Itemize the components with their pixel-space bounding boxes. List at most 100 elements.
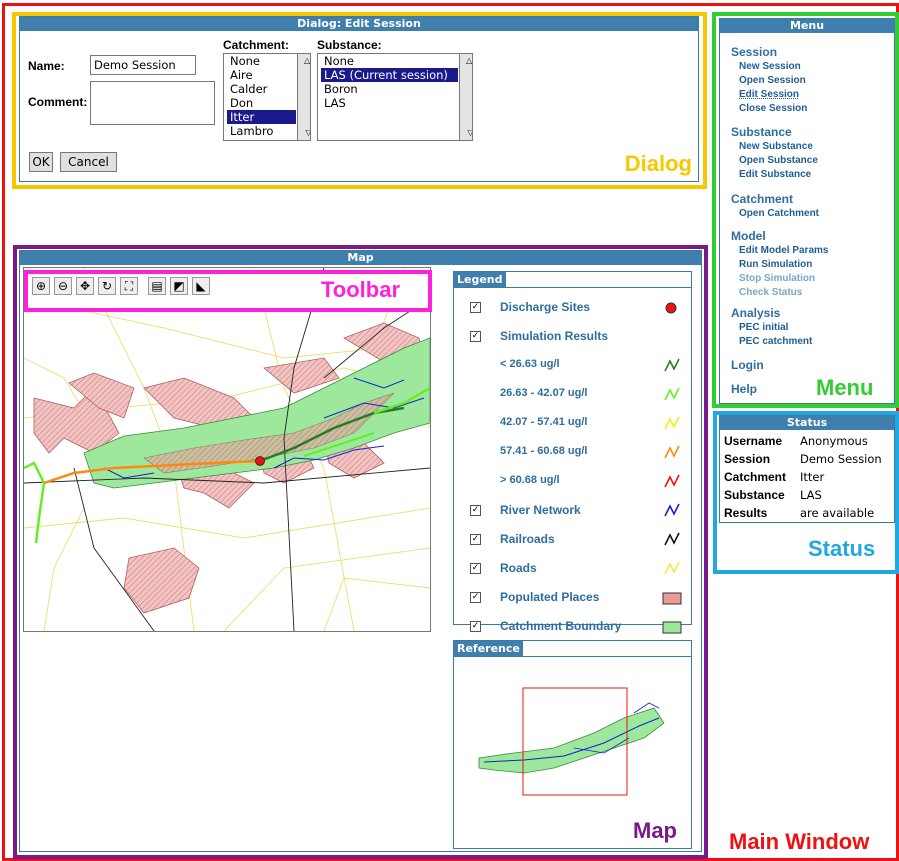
menu-title: Menu <box>720 19 894 33</box>
legend-checkbox[interactable]: ✓ <box>470 621 481 632</box>
status-key-results: Results <box>724 506 768 520</box>
layer-info-icon[interactable]: ▤ <box>148 277 166 295</box>
ok-button[interactable]: OK <box>29 152 53 172</box>
measure-icon[interactable]: ◣ <box>192 277 210 295</box>
map-toolbar: ⊕ ⊖ ✥ ↻ ⛶ ▤ ◩ ◣ <box>28 273 233 299</box>
legend-checkbox[interactable]: ✓ <box>470 563 481 574</box>
status-value-results: are available <box>800 506 875 520</box>
legend-label: Populated Places <box>500 590 600 604</box>
legend-checkbox[interactable]: ✓ <box>470 331 481 342</box>
catchment-option[interactable]: Calder <box>227 82 296 96</box>
comment-field[interactable] <box>90 81 215 125</box>
substance-option[interactable]: Boron <box>321 82 458 96</box>
status-key-substance: Substance <box>724 488 785 502</box>
menu-item-new-substance[interactable]: New Substance <box>739 141 813 152</box>
legend-row: ✓ Simulation Results <box>454 327 690 347</box>
legend-row: ✓ Discharge Sites <box>454 298 690 318</box>
map-drawing <box>24 268 430 631</box>
catchment-option[interactable]: None <box>227 54 296 68</box>
menu-item-pec-initial[interactable]: PEC initial <box>739 322 788 333</box>
dialog-panel: Dialog: Edit Session Name: Comment: Catc… <box>19 16 699 182</box>
menu-item-open-substance[interactable]: Open Substance <box>739 155 818 166</box>
status-value-username: Anonymous <box>800 434 868 448</box>
menu-item-open-session[interactable]: Open Session <box>739 75 806 86</box>
menu-item-new-session[interactable]: New Session <box>739 61 801 72</box>
legend-row: ✓ Roads <box>454 559 690 579</box>
legend-label: River Network <box>500 503 581 517</box>
legend-checkbox[interactable]: ✓ <box>470 534 481 545</box>
legend-label: 26.63 - 42.07 ug/l <box>500 387 588 399</box>
substance-option[interactable]: None <box>321 54 458 68</box>
catchment-option[interactable]: Lambro <box>227 124 296 138</box>
map-title: Map <box>20 251 701 265</box>
legend-row: ✓ Railroads <box>454 530 690 550</box>
menu-heading-substance: Substance <box>731 125 792 139</box>
status-value-session: Demo Session <box>800 452 882 466</box>
status-key-catchment: Catchment <box>724 470 787 484</box>
legend-row: ✓ River Network <box>454 501 690 521</box>
legend-symbol-line <box>664 561 680 575</box>
pan-icon[interactable]: ✥ <box>76 277 94 295</box>
catchment-option[interactable]: Aire <box>227 68 296 82</box>
legend-panel: Legend ✓ Discharge Sites ✓ Simulation Resul… <box>453 271 692 634</box>
legend-label: Catchment Boundary <box>500 619 622 633</box>
zoom-out-icon[interactable]: ⊖ <box>54 277 72 295</box>
menu-panel: Menu Session New Session Open Session Edit … <box>719 18 895 404</box>
legend-label: 57.41 - 60.68 ug/l <box>500 445 588 457</box>
status-annotation: Status <box>808 536 876 561</box>
menu-heading-help[interactable]: Help <box>731 382 757 396</box>
menu-item-edit-substance[interactable]: Edit Substance <box>739 169 811 180</box>
legend-label: Railroads <box>500 532 555 546</box>
substance-label: Substance: <box>317 38 382 52</box>
status-value-substance: LAS <box>800 488 822 502</box>
legend-label: > 60.68 ug/l <box>500 474 560 486</box>
legend-tab: Legend <box>454 272 506 287</box>
legend-row: 26.63 - 42.07 ug/l <box>454 385 690 405</box>
substance-list[interactable]: None LAS (Current session) Boron LAS △ ▽ <box>317 53 473 141</box>
legend-checkbox[interactable]: ✓ <box>470 302 481 313</box>
menu-item-stop-simulation: Stop Simulation <box>739 273 816 284</box>
catchment-option[interactable]: Don <box>227 96 296 110</box>
substance-option[interactable]: LAS <box>321 96 458 110</box>
legend-label: 42.07 - 57.41 ug/l <box>500 416 588 428</box>
catchment-list[interactable]: None Aire Calder Don Itter Lambro △ ▽ <box>223 53 311 141</box>
legend-checkbox[interactable]: ✓ <box>470 505 481 516</box>
menu-heading-analysis: Analysis <box>731 306 781 320</box>
menu-heading-login[interactable]: Login <box>731 358 764 372</box>
menu-item-run-simulation[interactable]: Run Simulation <box>739 259 812 270</box>
menu-item-close-session[interactable]: Close Session <box>739 103 807 114</box>
legend-row: > 60.68 ug/l <box>454 472 690 492</box>
full-extent-icon[interactable]: ⛶ <box>120 277 138 295</box>
legend-symbol-rect <box>662 621 682 634</box>
legend-checkbox[interactable]: ✓ <box>470 592 481 603</box>
name-field[interactable] <box>90 55 196 75</box>
menu-item-pec-catchment[interactable]: PEC catchment <box>739 336 812 347</box>
status-panel: Status Username Anonymous Session Demo Sess… <box>719 415 895 523</box>
map-canvas[interactable] <box>23 267 431 632</box>
map-annotation: Map <box>633 818 677 843</box>
legend-symbol-line <box>664 532 680 546</box>
catchment-label: Catchment: <box>223 38 290 52</box>
legend-row: ✓ Catchment Boundary <box>454 617 690 637</box>
dialog-annotation: Dialog <box>624 151 692 176</box>
zoom-in-icon[interactable]: ⊕ <box>32 277 50 295</box>
menu-item-open-catchment[interactable]: Open Catchment <box>739 208 819 219</box>
menu-annotation: Menu <box>816 375 874 400</box>
substance-scrollbar[interactable]: △ ▽ <box>459 54 472 140</box>
menu-item-edit-model-params[interactable]: Edit Model Params <box>739 245 828 256</box>
cancel-button[interactable]: Cancel <box>60 152 117 172</box>
status-title: Status <box>720 416 894 430</box>
catchment-scrollbar[interactable]: △ ▽ <box>297 54 310 140</box>
status-key-username: Username <box>724 434 783 448</box>
legend-label: < 26.63 ug/l <box>500 358 560 370</box>
menu-item-check-status: Check Status <box>739 287 803 298</box>
refresh-icon[interactable]: ↻ <box>98 277 116 295</box>
legend-row: ✓ Populated Places <box>454 588 690 608</box>
legend-row: < 26.63 ug/l <box>454 356 690 376</box>
catchment-option[interactable]: Itter <box>227 110 296 124</box>
substance-option[interactable]: LAS (Current session) <box>321 68 458 82</box>
menu-heading-model: Model <box>731 229 766 243</box>
menu-heading-session: Session <box>731 45 778 59</box>
menu-item-edit-session[interactable]: Edit Session <box>739 89 799 100</box>
identify-icon[interactable]: ◩ <box>170 277 188 295</box>
